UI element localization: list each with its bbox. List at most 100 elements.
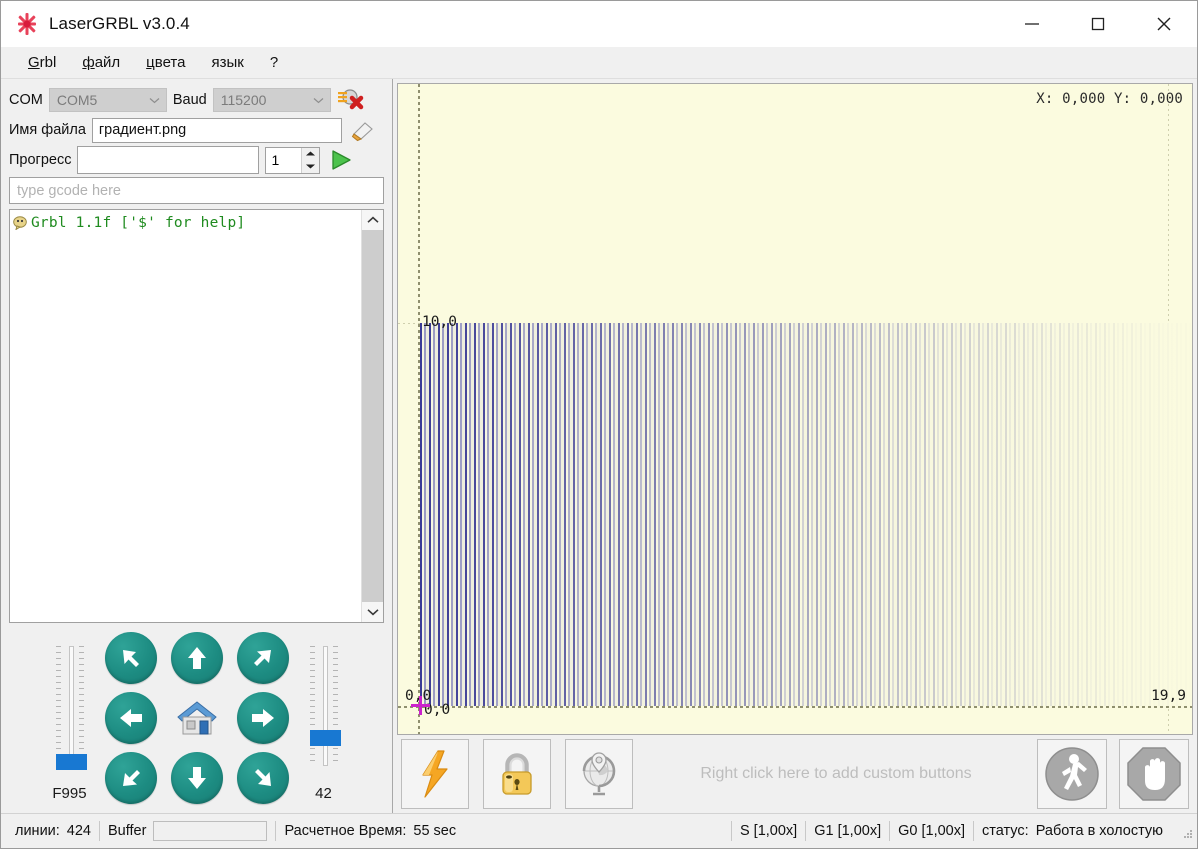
home-icon — [174, 697, 220, 739]
stepper-up-icon[interactable] — [302, 148, 319, 161]
jog-up-right-button[interactable] — [237, 632, 289, 684]
feed-rate-slider[interactable]: F995 — [42, 638, 98, 798]
jog-down-button[interactable] — [171, 752, 223, 804]
custom-buttons-hint: Right click here to add custom buttons — [647, 765, 1025, 783]
jog-panel: F995 — [1, 623, 392, 813]
right-panel: X: 0,000 Y: 0,000 10,0 0,0 0,0 19,9 — [393, 79, 1197, 813]
jog-dpad — [98, 628, 296, 808]
repeat-count-stepper[interactable]: 1 — [265, 147, 320, 174]
label-bottom-right: 19,9 — [1151, 688, 1186, 704]
connect-disconnect-button[interactable] — [337, 86, 367, 114]
s-override[interactable]: S [1,00x] — [732, 823, 805, 839]
com-port-select[interactable]: COM5 — [49, 88, 167, 112]
resize-grip-icon[interactable] — [1177, 823, 1193, 839]
status-bar: линии: 424 Buffer Расчетное Время: 55 se… — [1, 813, 1197, 848]
message-bubble-icon — [13, 216, 28, 230]
filename-label: Имя файла — [9, 122, 86, 138]
window-controls — [999, 1, 1197, 47]
console-scrollbar[interactable] — [361, 210, 383, 622]
lines-label: линии: — [15, 823, 60, 839]
menu-item-file[interactable]: файл — [69, 51, 133, 74]
baud-rate-select[interactable]: 115200 — [213, 88, 331, 112]
lines-status: линии: 424 — [7, 823, 99, 839]
gradient-fade-overlay — [420, 323, 1192, 706]
laser-power-slider[interactable]: 42 — [296, 638, 352, 798]
jog-home-button[interactable] — [171, 692, 223, 744]
com-port-value: COM5 — [57, 92, 144, 108]
maximize-button[interactable] — [1065, 1, 1131, 47]
arrow-up-right-icon — [248, 643, 278, 673]
run-button[interactable] — [326, 146, 356, 174]
close-button[interactable] — [1131, 1, 1197, 47]
homing-button[interactable] — [565, 739, 633, 809]
axis-x — [398, 706, 1192, 708]
menu-item-language[interactable]: язык — [198, 51, 256, 74]
run-program-button[interactable] — [1037, 739, 1107, 809]
jog-right-button[interactable] — [237, 692, 289, 744]
stepper-down-icon[interactable] — [302, 160, 319, 173]
gcode-input[interactable]: type gcode here — [9, 177, 384, 204]
time-value: 55 sec — [413, 823, 456, 839]
minimize-button[interactable] — [999, 1, 1065, 47]
g1-override[interactable]: G1 [1,00x] — [806, 823, 889, 839]
progress-label: Прогресс — [9, 152, 71, 168]
lightning-bolt-icon — [413, 749, 457, 799]
g0-override[interactable]: G0 [1,00x] — [890, 823, 973, 839]
unlock-alarm-button[interactable] — [401, 739, 469, 809]
lock-button[interactable] — [483, 739, 551, 809]
coordinate-readout: X: 0,000 Y: 0,000 — [1036, 91, 1183, 107]
gcode-preview-artwork — [420, 323, 1192, 706]
chevron-down-icon — [308, 97, 330, 104]
scroll-down-icon[interactable] — [362, 602, 383, 622]
menu-item-colors[interactable]: цвета — [133, 51, 198, 74]
progress-bar — [77, 146, 259, 174]
slider-thumb[interactable] — [56, 754, 87, 770]
slider-ticks — [296, 646, 352, 766]
laser-power-value: 42 — [296, 785, 352, 802]
scrollbar-thumb[interactable] — [362, 230, 383, 602]
eraser-icon — [350, 118, 376, 142]
jog-up-left-button[interactable] — [105, 632, 157, 684]
stop-program-button[interactable] — [1119, 739, 1189, 809]
status-value: Работа в холостую — [1036, 823, 1163, 839]
menu-item-help[interactable]: ? — [257, 51, 291, 74]
baud-label: Baud — [173, 92, 207, 108]
arrow-right-icon — [248, 703, 278, 733]
main-split: COM COM5 Baud 115200 — [1, 79, 1197, 813]
com-row: COM COM5 Baud 115200 — [1, 85, 392, 115]
jog-up-button[interactable] — [171, 632, 223, 684]
com-label: COM — [9, 92, 43, 108]
arrow-down-left-icon — [116, 763, 146, 793]
filename-row: Имя файла градиент.png — [1, 115, 392, 145]
left-panel: COM COM5 Baud 115200 — [1, 79, 393, 813]
jog-down-right-button[interactable] — [237, 752, 289, 804]
custom-button-bar[interactable]: Right click here to add custom buttons — [397, 735, 1193, 813]
app-logo-icon — [14, 11, 40, 37]
scroll-up-icon[interactable] — [362, 210, 383, 230]
repeat-count-value: 1 — [266, 148, 301, 173]
connection-section: COM COM5 Baud 115200 — [1, 79, 392, 175]
globe-icon — [576, 749, 622, 799]
preview-canvas[interactable]: X: 0,000 Y: 0,000 10,0 0,0 0,0 19,9 — [397, 83, 1193, 735]
machine-status: статус: Работа в холостую — [974, 823, 1171, 839]
slider-thumb[interactable] — [310, 730, 341, 746]
jog-down-left-button[interactable] — [105, 752, 157, 804]
progress-row: Прогресс 1 — [1, 145, 392, 175]
buffer-bar — [153, 821, 267, 841]
buffer-status: Buffer — [100, 821, 275, 841]
console-panel: Grbl 1.1f ['$' for help] — [9, 209, 384, 623]
walking-person-icon — [1043, 745, 1101, 803]
slider-ticks — [42, 646, 98, 766]
time-label: Расчетное Время: — [284, 823, 406, 839]
title-bar: LaserGRBL v3.0.4 — [1, 1, 1197, 47]
arrow-left-icon — [116, 703, 146, 733]
erase-file-button[interactable] — [348, 116, 378, 144]
stepper-arrows[interactable] — [301, 148, 319, 173]
feed-rate-value: F995 — [42, 785, 98, 802]
estimated-time-status: Расчетное Время: 55 sec — [276, 823, 464, 839]
menu-item-grbl[interactable]: GGrblrbl — [15, 51, 69, 74]
jog-left-button[interactable] — [105, 692, 157, 744]
console-output[interactable]: Grbl 1.1f ['$' for help] — [10, 210, 361, 622]
filename-field[interactable]: градиент.png — [92, 118, 342, 143]
chevron-down-icon — [144, 97, 166, 104]
